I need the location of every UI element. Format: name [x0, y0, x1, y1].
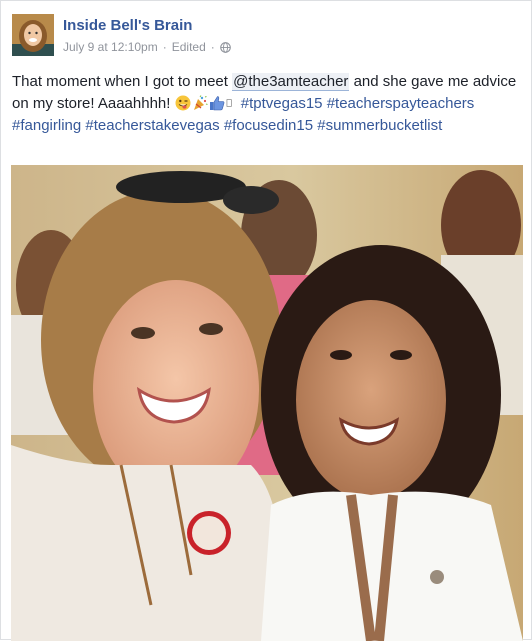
post-text-part: That moment when I got to meet	[12, 73, 233, 90]
hashtag-link[interactable]: #teacherspayteachers	[327, 95, 475, 112]
hashtag-link[interactable]: #tptvegas15	[241, 95, 323, 112]
post-text: That moment when I got to meet @the3amte…	[12, 71, 522, 137]
globe-icon[interactable]	[219, 41, 231, 53]
timestamp-link[interactable]: July 9 at 12:10pm	[63, 40, 158, 54]
thumbs-up-emoji	[209, 96, 224, 111]
unsupported-glyph	[226, 99, 232, 107]
post-card: Inside Bell's Brain July 9 at 12:10pm · …	[0, 0, 532, 641]
hashtag-link[interactable]: #fangirling	[12, 117, 81, 134]
edited-link[interactable]: Edited	[172, 40, 206, 54]
tongue-wink-emoji	[175, 95, 191, 111]
avatar-photo-icon	[12, 14, 54, 56]
meta-separator: ·	[162, 40, 167, 54]
profile-avatar[interactable]	[12, 14, 54, 56]
party-popper-emoji	[193, 95, 208, 110]
selfie-photo-icon	[11, 165, 523, 641]
hashtag-link[interactable]: #summerbucketlist	[317, 117, 442, 134]
post-meta: July 9 at 12:10pm · Edited ·	[63, 40, 231, 54]
hashtag-link[interactable]: #focusedin15	[224, 117, 313, 134]
post-photo[interactable]	[11, 165, 523, 641]
hashtag-link[interactable]: #teacherstakevegas	[85, 117, 219, 134]
meta-separator-2: ·	[210, 40, 215, 54]
mention-link[interactable]: @the3amteacher	[232, 73, 350, 91]
author-name-link[interactable]: Inside Bell's Brain	[63, 17, 192, 34]
